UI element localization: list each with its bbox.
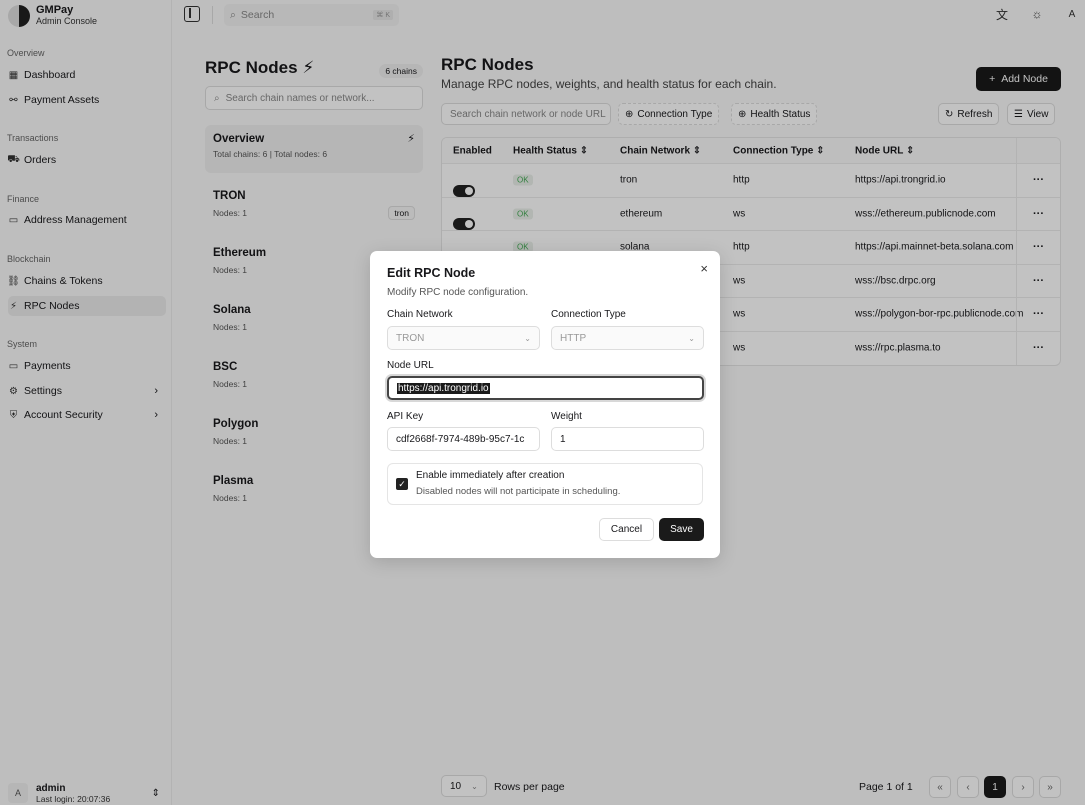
chevron-down-icon: ⌄ — [524, 333, 531, 343]
dialog-subtitle: Modify RPC node configuration. — [387, 287, 529, 298]
chain-network-label: Chain Network — [387, 309, 453, 320]
enable-description: Disabled nodes will not participate in s… — [416, 486, 621, 497]
api-key-input[interactable]: cdf2668f-7974-489b-95c7-1c — [387, 427, 540, 451]
connection-type-label: Connection Type — [551, 309, 626, 320]
connection-type-select: HTTP ⌄ — [551, 326, 704, 350]
chevron-down-icon: ⌄ — [688, 333, 695, 343]
enable-title: Enable immediately after creation — [416, 470, 565, 481]
weight-input[interactable]: 1 — [551, 427, 704, 451]
api-key-label: API Key — [387, 411, 424, 422]
dialog-title: Edit RPC Node — [387, 266, 476, 280]
cancel-button[interactable]: Cancel — [599, 518, 654, 541]
save-button[interactable]: Save — [659, 518, 704, 541]
enable-checkbox[interactable]: ✓ — [396, 478, 408, 490]
edit-rpc-node-dialog: Edit RPC Node Modify RPC node configurat… — [370, 251, 720, 558]
close-icon[interactable]: × — [700, 261, 708, 276]
weight-label: Weight — [551, 411, 582, 422]
enable-option: ✓ Enable immediately after creation Disa… — [387, 463, 703, 505]
chain-network-select: TRON ⌄ — [387, 326, 540, 350]
node-url-input[interactable]: https://api.trongrid.io — [387, 376, 704, 400]
node-url-label: Node URL — [387, 360, 434, 371]
